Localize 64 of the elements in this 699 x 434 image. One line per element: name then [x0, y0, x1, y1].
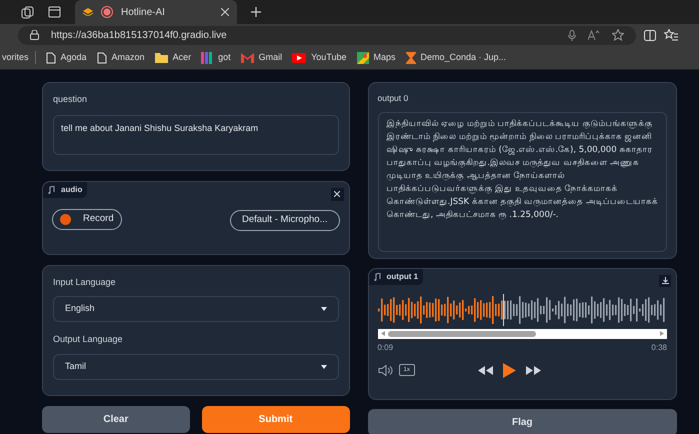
video-icon — [292, 52, 306, 62]
clear-audio-button[interactable] — [330, 188, 344, 200]
field-label: Input Language — [53, 276, 117, 289]
field-label: output 0 — [378, 92, 410, 105]
audio-label: audio — [43, 182, 88, 198]
rewind-icon[interactable] — [478, 366, 493, 375]
bookmark[interactable]: Gmail — [240, 50, 282, 64]
split-screen-icon[interactable] — [644, 30, 656, 40]
tab-title: Hotline-AI — [121, 6, 166, 20]
url-text: https://a36ba1b815137014f0.gradio.live — [51, 28, 228, 42]
star-icon[interactable] — [612, 29, 624, 41]
lock-icon — [30, 30, 39, 40]
download-icon — [662, 277, 668, 284]
browser-tab[interactable]: Hotline-AI — [75, 0, 237, 24]
waveform[interactable] — [378, 294, 666, 326]
output-text: இந்தியாவில் ஏழை மற்றும் பாதிக்கப்படக்கூடிய குடும்பங்களுக்கு இரண்டாம் நிலை மற்றும் மூன்றாம் நிலை பராமரிப்புக்காக ஜனனி ஷிஷு சுரக்ஷா காரியாகரம் (ஜே.எஸ்.எஸ்.கே), 5,00,000 சுகாதார பாதுகாப்பு வழங்குகிறது.இலவச மருத்துவ வசதிகளை அணுக முடியாத உயிருக்கு ஆபத்தான நோய்களால் பாதிக்கப்படுபவர்களுக்கு இது உதவுவதை நோக்கமாகக் கொண்டுள்ளது.JSSK க்கான தகுதி வருமானத்தை அடிப்படையாகக் கொண்டது, அதிகபட்சமாக ரூ .1.25,000/-. — [378, 112, 667, 252]
workspaces-icon[interactable] — [21, 6, 34, 18]
dropdown-caret-icon — [320, 364, 326, 368]
bookmark[interactable]: Maps — [356, 50, 396, 64]
download-button[interactable] — [659, 274, 671, 287]
map-icon — [356, 52, 368, 64]
read-aloud-icon[interactable] — [588, 30, 600, 40]
microphone-select[interactable]: Default - Micropho... — [230, 210, 340, 230]
close-icon — [334, 191, 340, 197]
mail-icon — [240, 52, 254, 62]
flag-button[interactable]: Flag — [368, 408, 677, 434]
bookmark[interactable]: vorites — [2, 50, 36, 64]
close-icon[interactable] — [221, 8, 229, 16]
microphone-icon[interactable] — [568, 30, 576, 40]
language-dropdown[interactable]: Tamil — [53, 354, 338, 380]
language-dropdown[interactable]: English — [53, 296, 338, 322]
field-label: question — [53, 93, 88, 106]
page-icon — [96, 52, 107, 64]
duration: 0:38 — [651, 342, 667, 354]
page-icon — [46, 52, 56, 64]
record-button[interactable]: Record — [52, 208, 122, 230]
bookmark[interactable]: got — [201, 50, 231, 64]
tab-actions-icon[interactable] — [48, 6, 61, 18]
hourglass-icon — [406, 52, 416, 64]
fast-forward-icon[interactable] — [526, 366, 541, 375]
music-note-icon — [48, 186, 55, 194]
scrollbar[interactable] — [378, 328, 667, 339]
folder-icon — [154, 52, 168, 63]
volume-icon[interactable] — [378, 364, 392, 376]
new-tab-icon[interactable] — [251, 7, 261, 17]
field-label: Output Language — [53, 333, 124, 346]
bookmark[interactable]: Acer — [154, 50, 192, 64]
bookmark[interactable]: YouTube — [292, 50, 346, 64]
scroll-right-icon[interactable] — [660, 331, 664, 336]
scroll-left-icon[interactable] — [380, 331, 384, 336]
recording-icon — [101, 6, 113, 18]
address-bar[interactable]: https://a36ba1b815137014f0.gradio.live — [18, 26, 636, 44]
bookmark[interactable]: Amazon — [96, 50, 145, 64]
music-note-icon — [374, 272, 380, 281]
record-dot-icon — [60, 214, 71, 224]
bookmark[interactable]: Demo_Conda · Jup... — [406, 50, 506, 64]
dropdown-caret-icon — [320, 307, 326, 311]
play-icon[interactable] — [502, 362, 516, 378]
question-field[interactable]: tell me about Janani Shishu Suraksha Karyakram — [53, 114, 338, 154]
bookmark[interactable]: Agoda — [46, 50, 87, 64]
audio-label: output 1 — [368, 268, 424, 285]
clear-button[interactable]: Clear — [42, 406, 190, 432]
current-time: 0:09 — [378, 342, 394, 354]
favorites-icon[interactable] — [664, 29, 678, 41]
